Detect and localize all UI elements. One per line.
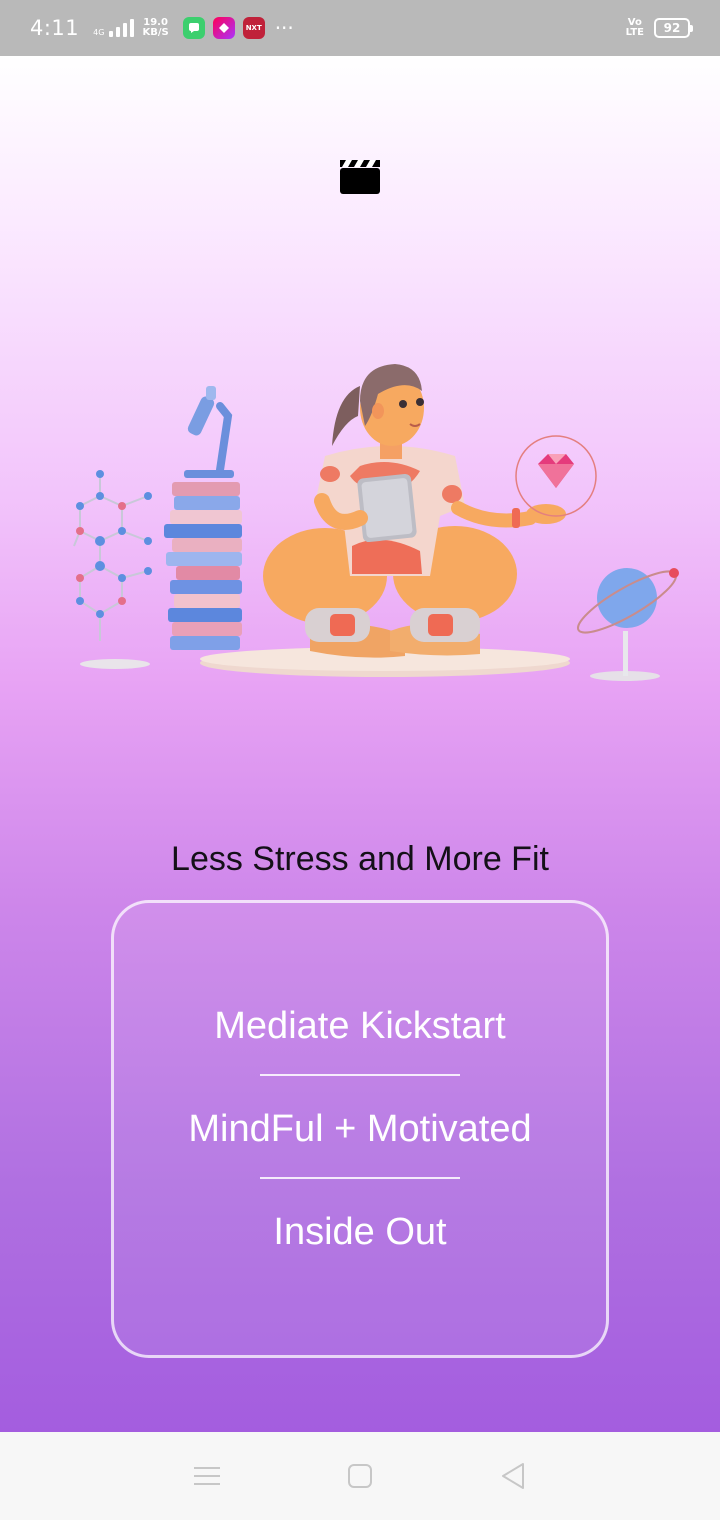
floating-gem xyxy=(515,435,597,517)
girl-figure xyxy=(263,364,566,658)
card-line-mindful: MindFul + Motivated xyxy=(188,1107,532,1150)
tagline: Less Stress and More Fit xyxy=(171,840,549,878)
clapperboard-icon xyxy=(340,160,380,194)
molecule-model xyxy=(73,474,149,662)
book-stack xyxy=(164,482,242,650)
battery-level: 92 xyxy=(663,21,681,35)
net-speed: 19.0 KB/S xyxy=(142,18,168,38)
home-icon xyxy=(347,1464,372,1488)
menu-icon xyxy=(193,1467,220,1485)
card-line-kickstart: Mediate Kickstart xyxy=(214,1004,506,1047)
status-bar: 4:11 4G 19.0 KB/S NXT ··· Vo LTE 92 xyxy=(0,0,720,56)
volte-bottom: LTE xyxy=(625,27,644,38)
signal-bar xyxy=(123,23,128,37)
home-button[interactable] xyxy=(330,1446,390,1506)
card-divider xyxy=(260,1176,460,1179)
more-notifications-icon: ··· xyxy=(274,16,294,40)
onboarding-screen: Less Stress and More Fit Mediate Kicksta… xyxy=(0,56,720,1432)
back-icon xyxy=(502,1463,525,1489)
feature-card: Mediate Kickstart MindFul + Motivated In… xyxy=(111,900,609,1358)
menu-button[interactable] xyxy=(177,1446,237,1506)
card-divider xyxy=(260,1073,460,1076)
battery-icon: 92 xyxy=(654,18,693,38)
microscope xyxy=(184,386,234,478)
volte-indicator: Vo LTE xyxy=(626,18,644,38)
planet-globe xyxy=(577,568,679,681)
network-type: 4G xyxy=(93,28,105,37)
signal-bar xyxy=(130,19,135,37)
news-app-icon: NXT xyxy=(242,17,265,39)
signal-bar xyxy=(109,31,114,37)
system-nav-bar xyxy=(0,1432,720,1520)
back-button[interactable] xyxy=(483,1446,543,1506)
signal-indicator: 4G xyxy=(93,19,135,37)
shortcut-app-icon xyxy=(212,17,235,39)
card-line-inside-out: Inside Out xyxy=(273,1210,447,1253)
meditation-girl-illustration xyxy=(73,364,679,681)
status-time: 4:11 xyxy=(30,16,80,40)
notification-icons: NXT xyxy=(182,17,265,39)
signal-bar xyxy=(116,27,121,37)
message-app-icon xyxy=(182,17,205,39)
net-speed-unit: KB/S xyxy=(142,27,169,38)
